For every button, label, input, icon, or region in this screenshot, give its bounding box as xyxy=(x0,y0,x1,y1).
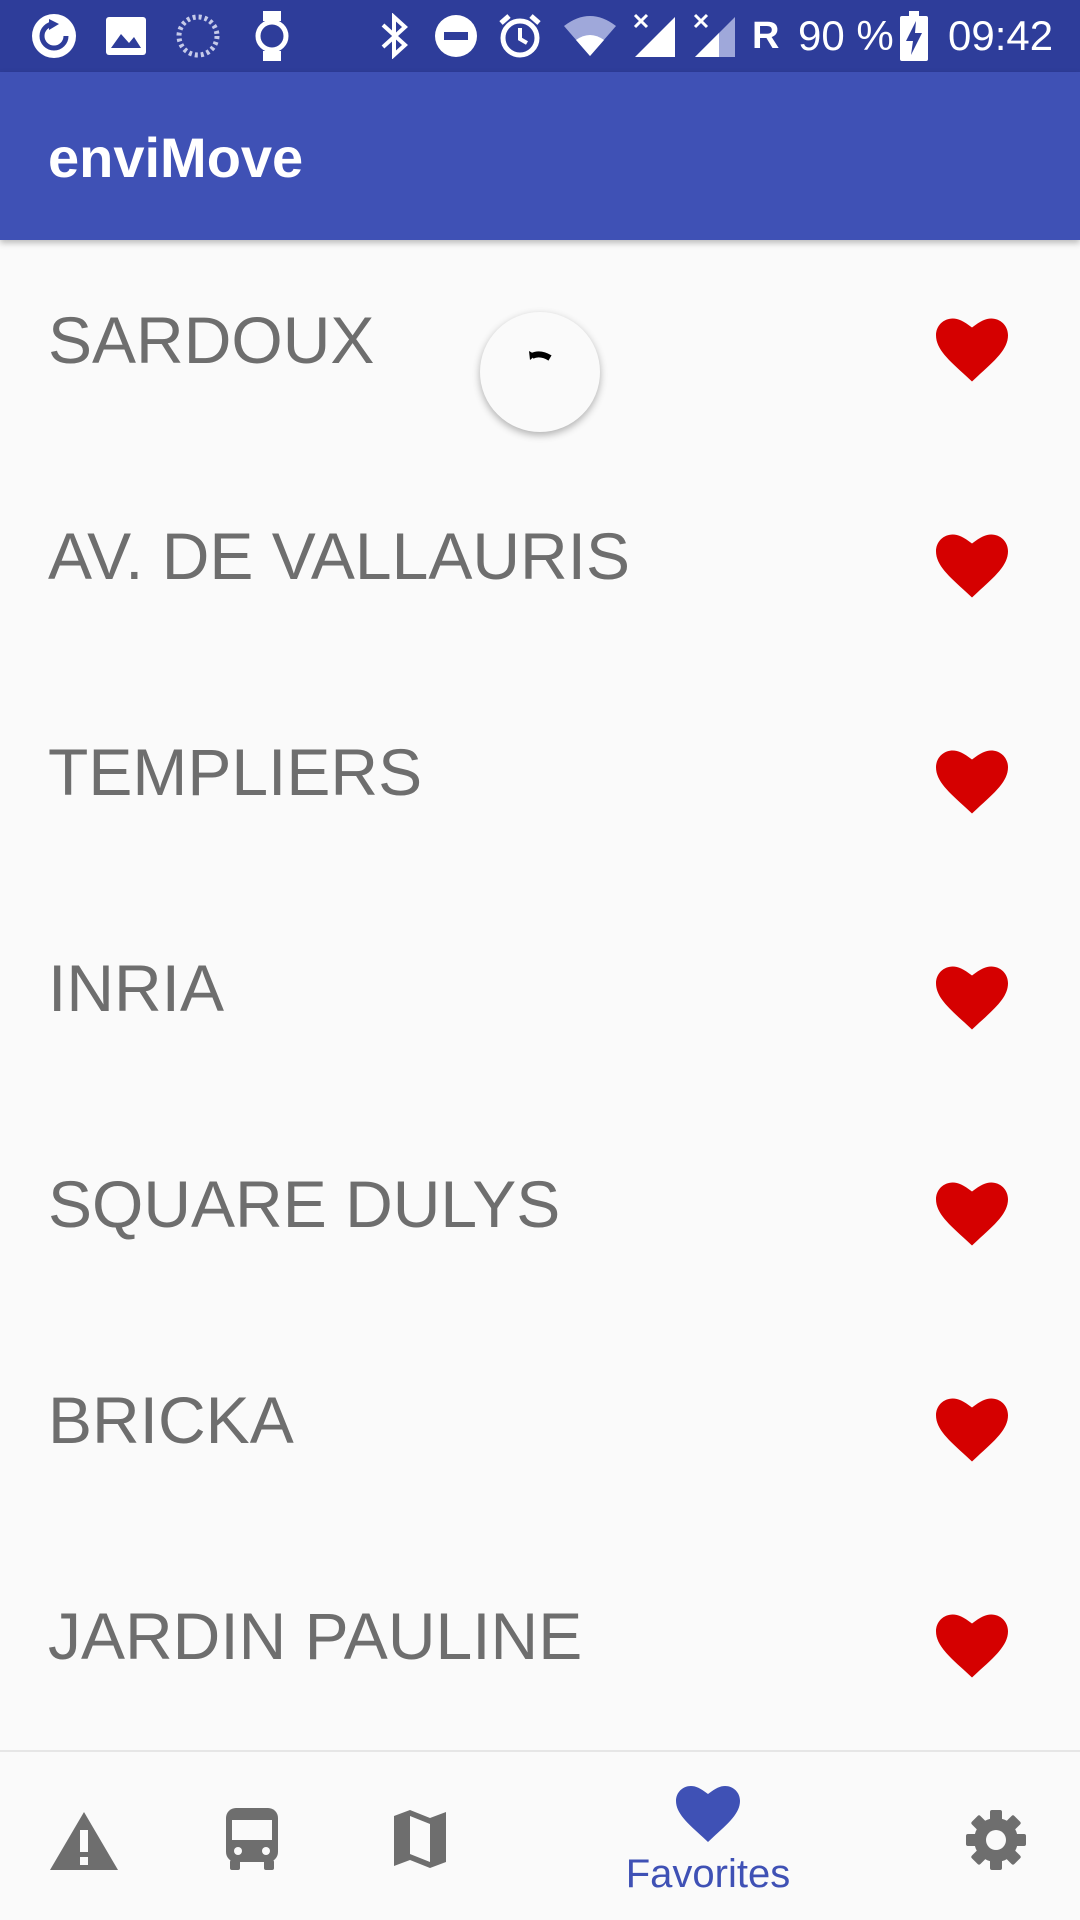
nav-settings[interactable] xyxy=(938,1752,1054,1920)
heart-icon[interactable] xyxy=(936,318,1008,382)
nav-favorites[interactable]: Favorites xyxy=(610,1752,806,1920)
heart-icon xyxy=(676,1786,740,1842)
clock: 09:42 xyxy=(948,12,1054,59)
warning-icon xyxy=(50,1812,118,1870)
signal-2-icon xyxy=(690,10,740,62)
gear-icon xyxy=(966,1810,1026,1870)
sync-icon xyxy=(28,10,80,62)
watch-icon xyxy=(246,10,298,62)
refresh-spinner xyxy=(480,312,600,432)
heart-icon[interactable] xyxy=(936,750,1008,814)
stop-name: TEMPLIERS xyxy=(48,735,423,809)
stop-name: AV. DE VALLAURIS xyxy=(48,519,631,593)
nav-alerts[interactable] xyxy=(26,1752,142,1920)
bluetooth-icon xyxy=(372,10,416,62)
nav-label-favorites: Favorites xyxy=(625,1852,791,1896)
stop-name: INRIA xyxy=(48,951,225,1025)
do-not-disturb-icon xyxy=(430,10,482,62)
status-bar: R 90 % 09:42 xyxy=(0,0,1080,72)
favorites-list[interactable]: SARDOUX AV. DE VALLAURIS TEMPLIERS INRIA… xyxy=(0,240,1080,1750)
list-item[interactable]: INRIA xyxy=(0,888,1080,1104)
stop-name: BRICKA xyxy=(48,1383,294,1457)
bus-icon xyxy=(226,1808,278,1870)
heart-icon[interactable] xyxy=(936,966,1008,1030)
stop-name: JARDIN PAULINE xyxy=(48,1599,583,1673)
list-item[interactable]: JARDIN PAULINE xyxy=(0,1536,1080,1750)
list-item[interactable]: SQUARE DULYS xyxy=(0,1104,1080,1320)
image-icon xyxy=(100,10,152,62)
signal-icon xyxy=(630,10,680,62)
map-icon xyxy=(394,1810,446,1868)
stop-name: SARDOUX xyxy=(48,303,375,377)
bottom-navigation: Favorites xyxy=(0,1750,1080,1920)
wifi-icon xyxy=(560,10,620,62)
app-title: enviMove xyxy=(48,126,304,189)
heart-icon[interactable] xyxy=(936,534,1008,598)
nav-map[interactable] xyxy=(362,1752,478,1920)
heart-icon[interactable] xyxy=(936,1398,1008,1462)
heart-icon[interactable] xyxy=(936,1182,1008,1246)
loading-icon xyxy=(172,10,224,62)
roaming-indicator: R xyxy=(752,15,780,57)
battery-charging-icon xyxy=(898,10,930,62)
list-item[interactable]: BRICKA xyxy=(0,1320,1080,1536)
app-bar: enviMove xyxy=(0,72,1080,240)
nav-lines[interactable] xyxy=(194,1752,310,1920)
alarm-icon xyxy=(494,10,546,62)
battery-percent: 90 % xyxy=(798,12,894,59)
screen: R 90 % 09:42 enviMove SARDOUX AV. DE VAL… xyxy=(0,0,1080,1920)
list-item[interactable]: TEMPLIERS xyxy=(0,672,1080,888)
heart-icon[interactable] xyxy=(936,1614,1008,1678)
stop-name: SQUARE DULYS xyxy=(48,1167,561,1241)
loading-icon xyxy=(529,351,552,361)
list-item[interactable]: AV. DE VALLAURIS xyxy=(0,456,1080,672)
